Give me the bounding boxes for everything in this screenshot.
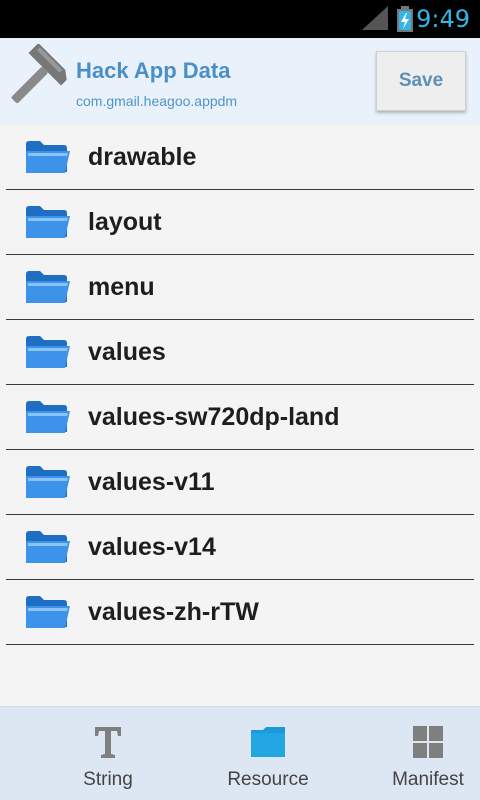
hammer-icon: [11, 44, 67, 104]
folder-name: values: [88, 338, 166, 366]
tab-resource[interactable]: Resource: [188, 707, 348, 800]
folder-icon: [26, 401, 70, 433]
folder-icon: [26, 206, 70, 238]
tab-string[interactable]: String: [28, 707, 188, 800]
bottom-tab-bar: String Resource Manifest: [0, 706, 480, 800]
battery-charging-icon: [397, 6, 413, 32]
folder-icon: [26, 466, 70, 498]
folder-row[interactable]: values-zh-rTW: [0, 580, 480, 645]
folder-name: values-sw720dp-land: [88, 403, 340, 431]
folder-name: layout: [88, 208, 162, 236]
folder-icon: [251, 727, 285, 757]
folder-row[interactable]: drawable: [0, 125, 480, 190]
save-button[interactable]: Save: [376, 51, 466, 111]
folder-icon: [26, 596, 70, 628]
tab-manifest-label: Manifest: [392, 769, 464, 790]
folder-row[interactable]: values: [0, 320, 480, 385]
signal-icon: [362, 6, 388, 30]
folder-icon: [26, 336, 70, 368]
app-title: Hack App Data: [76, 58, 231, 83]
folder-icon: [26, 271, 70, 303]
folder-row[interactable]: values-v11: [0, 450, 480, 515]
folder-name: values-v11: [88, 468, 215, 496]
status-bar: 9:49: [0, 0, 480, 38]
folder-row[interactable]: values-v14: [0, 515, 480, 580]
tab-manifest[interactable]: Manifest: [348, 707, 480, 800]
app-header: Hack App Data com.gmail.heagoo.appdm Sav…: [0, 38, 480, 126]
folder-icon: [26, 141, 70, 173]
folder-name: values-v14: [88, 533, 216, 561]
folder-name: menu: [88, 273, 155, 301]
folder-name: drawable: [88, 143, 197, 171]
folder-row[interactable]: values-sw720dp-land: [0, 385, 480, 450]
clock: 9:49: [416, 5, 470, 33]
tab-resource-label: Resource: [227, 769, 309, 790]
text-icon: [95, 727, 121, 758]
folder-list: drawable layout menu values values-sw720…: [0, 125, 480, 706]
grid-icon: [413, 726, 443, 758]
tab-string-label: String: [83, 769, 133, 790]
folder-row[interactable]: layout: [0, 190, 480, 255]
folder-icon: [26, 531, 70, 563]
app-package-name: com.gmail.heagoo.appdm: [76, 93, 238, 109]
folder-row[interactable]: menu: [0, 255, 480, 320]
folder-name: values-zh-rTW: [88, 598, 259, 626]
